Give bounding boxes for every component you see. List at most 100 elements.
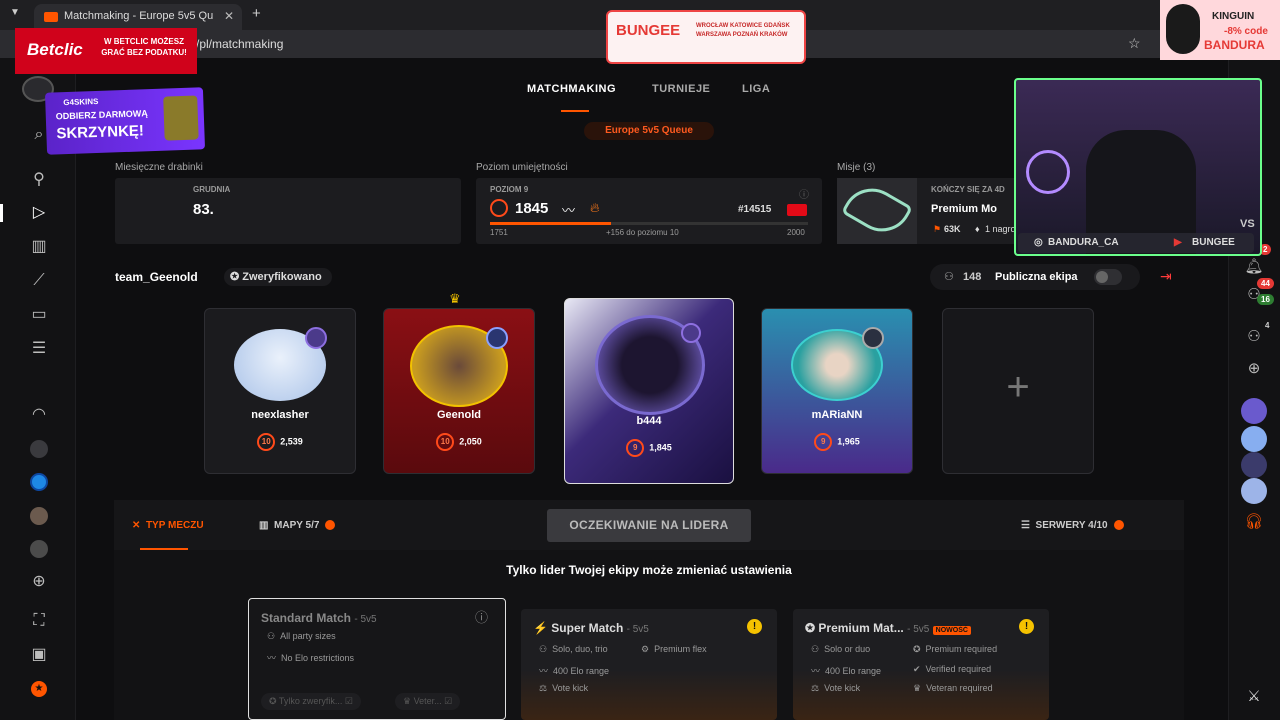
match-feature: 〰 No Elo restrictions (267, 653, 355, 663)
player-card[interactable]: neexlasher 10 2,539 (204, 308, 356, 474)
info-icon[interactable]: ⓘ (475, 607, 488, 626)
tab-servers[interactable]: ☰ SERWERY 4/10 (1021, 520, 1124, 531)
bell-icon[interactable]: 🔔︎ (1243, 256, 1265, 278)
club-avatar[interactable] (30, 507, 48, 525)
youtube-handle: BUNGEE (1192, 237, 1235, 248)
public-party-toggle[interactable] (1094, 269, 1122, 285)
leader-only-note: Tylko lider Twojej ekipy może zmieniać u… (506, 563, 792, 577)
club-avatar[interactable] (30, 540, 48, 558)
player-card-self[interactable]: b444 9 1,845 (564, 298, 734, 484)
invite-player-slot[interactable]: + (942, 308, 1094, 474)
match-feature: 〰 400 Elo range (811, 666, 882, 676)
verified-label: Zweryfikowano (242, 271, 322, 283)
rank-emblem-icon (862, 327, 884, 349)
g4skins-logo: G4SKINS (63, 96, 99, 108)
club-avatar[interactable] (30, 473, 48, 491)
veteran-filter-chip[interactable]: ♛ Veter... ☑ (395, 693, 461, 710)
trend-icon: 〰 (562, 203, 576, 218)
player-name: Geenold (436, 409, 481, 421)
friend-avatar[interactable] (1241, 426, 1267, 452)
premium-star-icon[interactable]: ★ (31, 681, 47, 697)
missions-card[interactable]: KOŃCZY SIĘ ZA 4D Premium Mo ⚑ 63K ♦ 1 na… (837, 177, 1026, 244)
friend-avatar[interactable] (1241, 452, 1267, 478)
team-name[interactable]: team_Geenold (115, 270, 198, 284)
player-level: 9 (626, 439, 645, 457)
faceit-logo-icon[interactable]: ⚔ (1243, 686, 1265, 708)
new-tab-icon[interactable]: + (252, 5, 261, 22)
friend-avatar[interactable] (1241, 398, 1267, 424)
tab-maps-label: MAPY 5/7 (274, 520, 320, 531)
play-icon[interactable]: ▷ (28, 202, 50, 224)
skill-level-icon (490, 199, 508, 217)
mission-points: 63K (944, 224, 961, 234)
waiting-for-leader-button[interactable]: OCZEKIWANIE NA LIDERA (547, 509, 751, 542)
match-feature: ⚇ Solo or duo (811, 644, 871, 654)
match-card-premium[interactable]: ✪ Premium Mat... - 5v5 NOWOŚĆ ! ⚇ Solo o… (793, 609, 1049, 720)
warning-icon[interactable]: ! (747, 619, 762, 634)
queue-pill[interactable]: Europe 5v5 Queue (584, 122, 714, 140)
player-card[interactable]: mARiaNN 9 1,965 (761, 308, 913, 474)
match-card-super[interactable]: ⚡ Super Match - 5v5 ! ⚇ Solo, duo, trio … (521, 609, 777, 720)
add-friend-icon[interactable]: ⊕ (1243, 358, 1265, 380)
briefcase-icon[interactable]: ▣ (28, 644, 50, 666)
match-title-text: Super Match (551, 621, 624, 635)
party-count: 148 (963, 271, 982, 283)
info-icon[interactable]: ⓘ (799, 186, 809, 201)
super-icon: ⚡ (533, 621, 552, 635)
leaderboard-icon[interactable]: ▥ (28, 236, 50, 258)
bungee-logo: BUNGEE (616, 22, 681, 39)
turkey-flag-icon (787, 204, 807, 216)
elo-range-min: 1751 (490, 228, 508, 237)
tab-match-type[interactable]: ✕ TYP MECZU (132, 520, 204, 531)
stream-socials-bar: ◎ BANDURA_CA ▶ BUNGEE (1018, 233, 1254, 253)
ladder-card[interactable]: GRUDNIA 83. (115, 178, 461, 244)
tab-list-icon[interactable]: ▼ (10, 7, 20, 18)
match-card-standard[interactable]: Standard Match - 5v5 ⓘ ⚇ All party sizes… (248, 598, 506, 720)
instagram-icon: ◎ (1034, 237, 1043, 248)
plus-icon: + (1006, 365, 1030, 409)
headphones-icon[interactable]: 🎧︎ (1243, 511, 1265, 533)
club-avatar[interactable] (30, 440, 48, 458)
player-card[interactable]: Geenold 10 2,050 (383, 308, 535, 474)
betclic-ad-overlay: Betclic W BETCLIC MOŻESZ GRAĆ BEZ PODATK… (15, 28, 197, 74)
new-badge: NOWOŚĆ (932, 626, 971, 635)
match-feature-text: Premium flex (654, 644, 707, 654)
bookmark-star-icon[interactable]: ☆ (1128, 35, 1141, 52)
maps-dot (325, 520, 336, 531)
match-feature: ✪ Premium required (913, 644, 998, 654)
tab-matchmaking[interactable]: MATCHMAKING (527, 83, 616, 95)
tab-tournaments[interactable]: TURNIEJE (652, 83, 710, 95)
elo-to-next: +156 do poziomu 10 (606, 228, 679, 237)
mission-image (837, 177, 917, 244)
fullscreen-icon[interactable]: ⛶ (28, 610, 50, 632)
friend-avatar[interactable] (1241, 478, 1267, 504)
skill-card[interactable]: POZIOM 9 1845 〰 🔥︎ ⓘ #14515 1751 +156 do… (476, 178, 822, 244)
match-feature-text: Verified required (925, 664, 992, 674)
missions-label: Misje (3) (837, 162, 876, 173)
betclic-logo: Betclic (27, 40, 83, 59)
tab-league[interactable]: LIGA (742, 83, 770, 95)
verified-filter-chip[interactable]: ✪ Tylko zweryfik... ☑ (261, 693, 361, 710)
warning-icon[interactable]: ! (1019, 619, 1034, 634)
browser-tab[interactable]: Matchmaking - Europe 5v5 Qu ✕ (34, 4, 242, 30)
penguin-mascot-icon (1166, 4, 1200, 54)
tab-maps[interactable]: ▥ MAPY 5/7 (259, 520, 336, 531)
stats-icon[interactable]: ⟋ (28, 270, 50, 292)
vs-label: VS (1240, 218, 1255, 230)
points-icon: ⚑ (933, 224, 942, 234)
party-leader-crown-icon: ♛ (449, 291, 461, 306)
leave-party-icon[interactable]: ⇥ (1160, 268, 1172, 285)
match-feature-text: Premium required (925, 644, 998, 654)
player-level: 10 (257, 433, 276, 451)
verified-badge: ✪ Zweryfikowano (224, 268, 332, 286)
url-text[interactable]: /pl/matchmaking (196, 37, 283, 51)
close-tab-icon[interactable]: ✕ (224, 9, 234, 23)
video-icon[interactable]: ▭ (28, 304, 50, 326)
player-elo-row: 10 2,539 (205, 433, 355, 451)
find-players-icon[interactable]: ⚲ (28, 169, 50, 191)
list-icon[interactable]: ☰ (28, 338, 50, 360)
streamer-logo-icon (1026, 150, 1070, 194)
headset-icon[interactable]: ◠ (28, 404, 50, 426)
settings-tab-underline (140, 548, 188, 550)
notifications-badge: 44 (1257, 278, 1274, 289)
